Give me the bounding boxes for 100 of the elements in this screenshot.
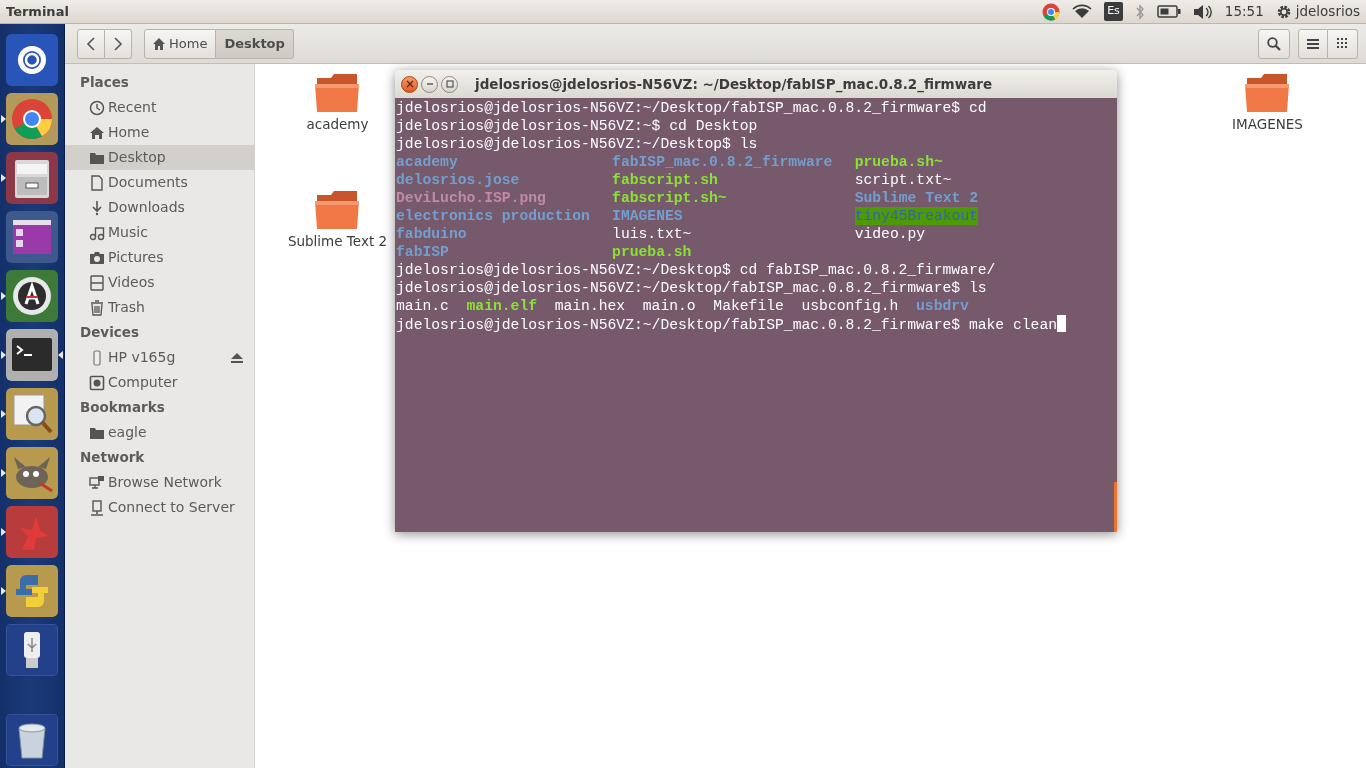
maximize-icon: [445, 80, 454, 88]
network-icon: [89, 474, 105, 491]
terminal-file-name: usbdrv: [916, 297, 969, 315]
gear-icon[interactable]: [1275, 3, 1292, 20]
home-icon: [153, 37, 165, 50]
file-cabinet-icon[interactable]: [6, 151, 58, 204]
terminal-file-name: academy: [396, 153, 458, 171]
forward-button[interactable]: [105, 28, 132, 59]
terminal-file-name: Makefile: [713, 297, 784, 315]
terminal-file-name: fabscript.sh: [612, 171, 718, 189]
battery-icon[interactable]: [1156, 5, 1181, 18]
sidebar-item[interactable]: eagle: [65, 420, 254, 445]
trash-icon[interactable]: [6, 713, 58, 766]
sidebar-item[interactable]: Videos: [65, 270, 254, 295]
file-item[interactable]: Sublime Text 2: [287, 191, 388, 250]
sidebar-item[interactable]: Downloads: [65, 195, 254, 220]
server-icon: [89, 499, 105, 516]
terminal-line: jdelosrios@jdelosrios-N56VZ:~/Desktop$ cd fabISP_mac.0.8.2_firmware/: [396, 262, 996, 278]
close-icon: [405, 80, 414, 88]
download-icon: [89, 199, 105, 216]
scrollbar-thumb[interactable]: [1114, 482, 1117, 532]
terminal-file-name: tiny45Breakout: [854, 207, 979, 225]
terminal-file-name: main.o: [642, 297, 696, 315]
camera-icon: [89, 249, 105, 266]
path-button[interactable]: Desktop: [216, 28, 294, 59]
sidebar-item[interactable]: Browse Network: [65, 470, 254, 495]
sidebar-item[interactable]: Music: [65, 220, 254, 245]
grid-view-button[interactable]: [1328, 28, 1358, 59]
sidebar-item[interactable]: Connect to Server: [65, 495, 254, 520]
sidebar-item[interactable]: Home: [65, 120, 254, 145]
terminal-file-name: script.txt~: [854, 171, 952, 189]
window-title: Terminal: [5, 2, 69, 21]
terminal-file-name: luis.txt~: [612, 225, 692, 243]
snakes-icon[interactable]: [6, 564, 58, 617]
volume-icon[interactable]: [1192, 3, 1213, 20]
section-heading: Places: [79, 73, 130, 92]
usb-drive-icon[interactable]: [6, 623, 58, 676]
mascot-icon[interactable]: [6, 446, 58, 499]
maximize-button[interactable]: [441, 75, 458, 93]
file-item[interactable]: academy: [306, 74, 369, 133]
path-button[interactable]: Home: [144, 28, 217, 59]
browser-icon[interactable]: [6, 92, 58, 145]
wifi-icon[interactable]: [1072, 3, 1093, 20]
sidebar-item[interactable]: Recent: [65, 95, 254, 120]
section-heading: Devices: [79, 323, 140, 342]
terminal-line: jdelosrios@jdelosrios-N56VZ:~/Desktop/fabISP_mac.0.8.2_firmware$ make clean: [396, 317, 1058, 333]
terminal-file-name: Sublime Text 2: [854, 189, 979, 207]
dash-logo-icon[interactable]: [6, 33, 58, 86]
list-icon: [1307, 37, 1319, 50]
list-view-button[interactable]: [1298, 28, 1328, 59]
trash-icon: [89, 299, 105, 316]
terminal-file-name: IMAGENES: [612, 207, 683, 225]
file-item[interactable]: IMAGENES: [1232, 74, 1303, 133]
terminal-title: jdelosrios@jdelosrios-N56VZ: ~/Desktop/fabISP_mac.0.8.2_firmware: [475, 74, 993, 95]
sidebar-item[interactable]: Documents: [65, 170, 254, 195]
section-heading: Bookmarks: [79, 398, 166, 417]
update-icon[interactable]: [6, 269, 58, 322]
sidebar-item[interactable]: Trash: [65, 295, 254, 320]
eject-icon[interactable]: [230, 351, 244, 364]
sidebar-item[interactable]: Computer: [65, 370, 254, 395]
grid-icon: [1336, 37, 1349, 50]
terminal-file-name: usbconfig.h: [801, 297, 899, 315]
magnifier-icon[interactable]: [6, 387, 58, 440]
terminal-file-name: electronics production: [396, 207, 590, 225]
terminal-file-name: fabduino: [396, 225, 467, 243]
file-name: Sublime Text 2: [287, 233, 388, 250]
terminal-file-name: main.c: [396, 297, 449, 315]
user-name[interactable]: jdelosrios: [1295, 1, 1360, 22]
music-icon: [89, 224, 105, 241]
sidebar-item[interactable]: Desktop: [65, 145, 254, 170]
terminal-file-name: fabISP_mac.0.8.2_firmware: [612, 153, 833, 171]
terminal-line: jdelosrios@jdelosrios-N56VZ:~$ cd Desktop: [396, 118, 758, 134]
section-heading: Network: [79, 448, 146, 467]
sidebar-item[interactable]: HP v165g: [65, 345, 254, 370]
search-button[interactable]: [1258, 28, 1290, 59]
minimize-icon: [425, 80, 434, 88]
terminal-file-name: delosrios.jose: [396, 171, 520, 189]
close-button[interactable]: [401, 75, 418, 93]
back-button[interactable]: [77, 28, 105, 59]
clock-icon: [89, 99, 105, 116]
terminal-file-name: video.py: [854, 225, 926, 243]
terminal-file-name: main.hex: [554, 297, 626, 315]
folder-icon: [315, 74, 360, 112]
terminal-file-name: prueba.sh~: [854, 153, 943, 171]
terminal-icon[interactable]: [6, 328, 58, 381]
sidebar-item[interactable]: Pictures: [65, 245, 254, 270]
workspaces-icon[interactable]: [6, 210, 58, 263]
terminal-line: jdelosrios@jdelosrios-N56VZ:~/Desktop$ ls: [396, 136, 758, 152]
keyboard-layout-indicator[interactable]: Es: [1104, 2, 1123, 21]
folder-icon: [1245, 74, 1290, 112]
search-icon: [1267, 36, 1281, 51]
film-icon: [89, 274, 105, 291]
file-name: IMAGENES: [1232, 116, 1303, 133]
terminal-file-name: prueba.sh: [612, 243, 692, 261]
terminal-file-name: DeviLucho.ISP.png: [396, 189, 546, 207]
terminal-file-name: main.elf: [466, 297, 538, 315]
clock[interactable]: 15:51: [1224, 1, 1264, 22]
terminal-line: jdelosrios@jdelosrios-N56VZ:~/Desktop/fabISP_mac.0.8.2_firmware$ ls: [396, 280, 987, 296]
document-icon: [89, 174, 105, 191]
folder-icon: [315, 191, 360, 229]
